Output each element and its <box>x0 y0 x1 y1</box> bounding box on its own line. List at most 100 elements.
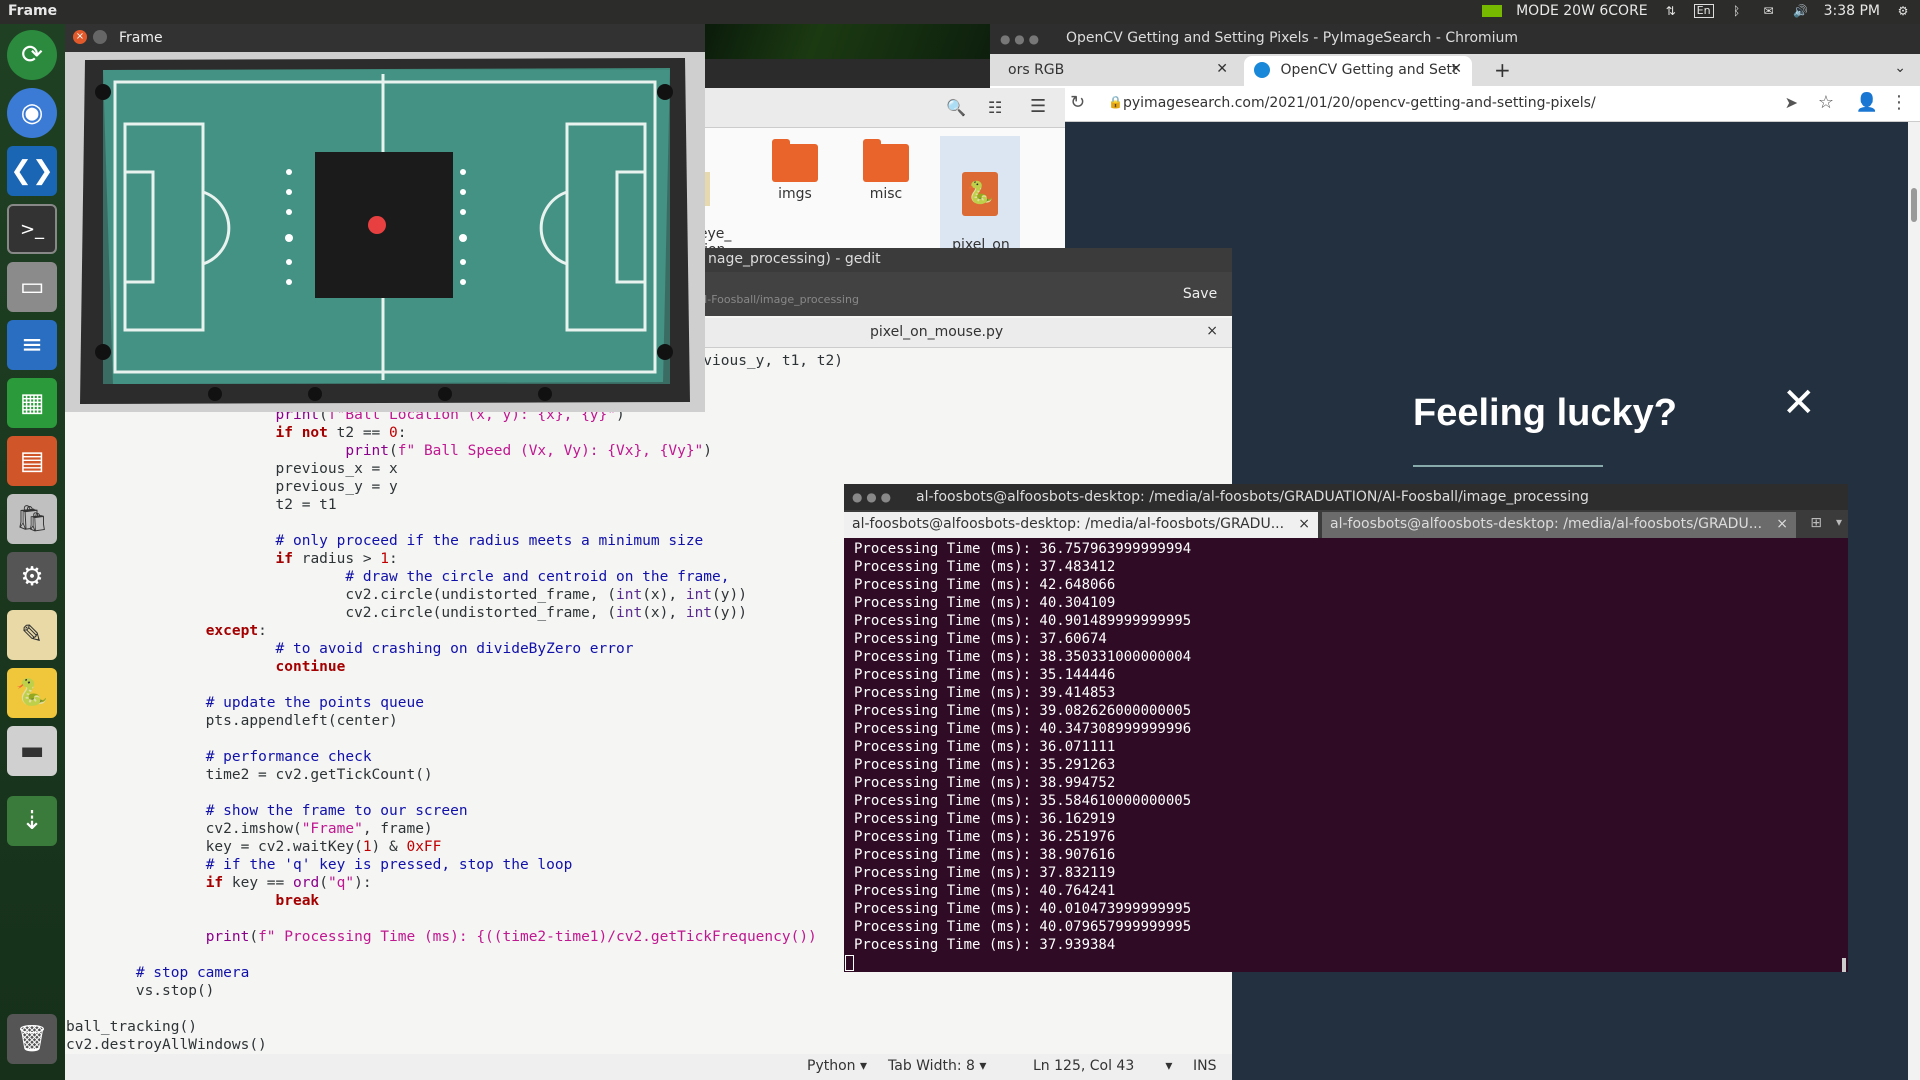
terminal-scrollbar[interactable] <box>1842 958 1846 972</box>
trash-icon[interactable]: 🗑 <box>7 1014 57 1064</box>
bluetooth-icon[interactable]: ᛒ <box>1728 4 1746 18</box>
close-tab-icon[interactable]: ✕ <box>1450 61 1462 77</box>
code-line: # only proceed if the radius meets a min… <box>275 533 704 549</box>
app-store-icon[interactable]: 🛍 <box>7 494 57 544</box>
code-line: cv2.imshow("Frame", frame) <box>66 821 433 837</box>
settings-icon[interactable]: ⚙ <box>7 552 57 602</box>
close-tab-icon[interactable]: × <box>1776 516 1788 532</box>
terminal-line: Processing Time (ms): 36.757963999999994 <box>854 541 1192 557</box>
calc-icon[interactable]: ▦ <box>7 378 57 428</box>
reload-icon[interactable]: ↻ <box>1070 92 1085 113</box>
system-gear-icon[interactable]: ⚙ <box>1894 4 1912 18</box>
send-icon[interactable]: ➤ <box>1785 93 1798 112</box>
code-line: if radius > 1: <box>275 551 398 567</box>
cursor-position[interactable]: Ln 125, Col 43 ▾ <box>1033 1058 1172 1074</box>
folder-imgs[interactable]: imgs <box>755 139 835 202</box>
vscode-icon[interactable]: ❮❯ <box>7 146 57 196</box>
usb-icon[interactable]: ⇣ <box>7 796 57 846</box>
terminal-line: Processing Time (ms): 40.347308999999996 <box>854 721 1192 737</box>
file-manager-icon[interactable]: ▭ <box>7 262 57 312</box>
tab-search-icon[interactable]: ⌄ <box>1894 60 1906 76</box>
tab-previous[interactable]: ors RGB ✕ <box>998 56 1238 86</box>
terminal-tab-2[interactable]: al-foosbots@alfoosbots-desktop: /media/a… <box>1322 512 1796 538</box>
terminal-line: Processing Time (ms): 38.994752 <box>854 775 1116 791</box>
close-window-icon[interactable]: × <box>73 30 87 44</box>
language-label: Python <box>807 1058 856 1074</box>
url-text[interactable]: pyimagesearch.com/2021/01/20/opencv-gett… <box>1123 95 1596 111</box>
text-editor-icon[interactable]: ✎ <box>7 610 57 660</box>
insert-mode[interactable]: INS <box>1193 1058 1217 1074</box>
terminal-line: Processing Time (ms): 40.304109 <box>854 595 1116 611</box>
language-selector[interactable]: Python ▾ <box>807 1058 867 1074</box>
lock-icon: 🔒 <box>1108 95 1123 109</box>
folder-misc[interactable]: misc <box>846 139 926 202</box>
python-icon[interactable]: 🐍 <box>7 668 57 718</box>
close-tab-icon[interactable]: × <box>1206 323 1218 339</box>
code-line: # stop camera <box>135 965 250 981</box>
terminal-line: Processing Time (ms): 37.832119 <box>854 865 1116 881</box>
site-favicon-icon <box>1254 62 1270 78</box>
page-scrollbar[interactable] <box>1908 122 1920 1080</box>
profile-icon[interactable]: 👤 <box>1856 92 1878 113</box>
terminal-line: Processing Time (ms): 37.483412 <box>854 559 1116 575</box>
terminal-titlebar[interactable]: ● ● ● al-foosbots@alfoosbots-desktop: /m… <box>844 484 1848 510</box>
terminal-output[interactable]: Processing Time (ms): 36.757963999999994… <box>854 540 1844 970</box>
terminal-line: Processing Time (ms): 40.010473999999995 <box>854 901 1192 917</box>
clock[interactable]: 3:38 PM <box>1824 3 1880 19</box>
tab-active[interactable]: OpenCV Getting and Sett ✕ <box>1244 56 1472 86</box>
tab-label: OpenCV Getting and Sett <box>1280 62 1458 78</box>
network-icon[interactable]: ⇅ <box>1662 4 1680 18</box>
chevron-down-icon[interactable]: ▾ <box>1836 515 1842 529</box>
frame-titlebar[interactable]: × Frame <box>65 24 705 52</box>
power-mode-label[interactable]: MODE 20W 6CORE <box>1516 3 1648 19</box>
close-tab-icon[interactable]: ✕ <box>1216 61 1228 77</box>
bookmark-star-icon[interactable]: ☆ <box>1818 92 1834 113</box>
code-line: # update the points queue <box>205 695 424 711</box>
gedit-titlebar[interactable]: nage_processing) - gedit <box>700 248 1232 272</box>
scrollbar-thumb[interactable] <box>1911 188 1917 222</box>
window-controls-icon[interactable]: ● ● ● <box>852 490 891 504</box>
close-tab-icon[interactable]: × <box>1298 516 1310 532</box>
code-line: pts.appendleft(center) <box>66 713 398 729</box>
mail-icon[interactable]: ✉ <box>1760 4 1778 18</box>
software-updater-icon[interactable]: ⟳ <box>7 30 57 80</box>
tab-width-selector[interactable]: Tab Width: 8 ▾ <box>888 1058 986 1074</box>
gedit-document-tab[interactable]: pixel_on_mouse.py × <box>700 318 1232 348</box>
folder-icon <box>772 139 818 182</box>
volume-icon[interactable]: 🔊 <box>1792 4 1810 18</box>
hamburger-menu-icon[interactable]: ☰ <box>1030 96 1046 117</box>
chromium-icon[interactable]: ◉ <box>7 88 57 138</box>
code-line: except: <box>205 623 267 639</box>
writer-icon[interactable]: ≡ <box>7 320 57 370</box>
code-line: previous_x = x <box>66 461 398 477</box>
folder-label: imgs <box>778 186 812 202</box>
terminal-line: Processing Time (ms): 35.291263 <box>854 757 1116 773</box>
terminal-tab-1[interactable]: al-foosbots@alfoosbots-desktop: /media/a… <box>844 512 1318 538</box>
menu-kebab-icon[interactable]: ⋮ <box>1890 92 1908 113</box>
tab-label: al-foosbots@alfoosbots-desktop: /media/a… <box>852 516 1285 532</box>
minimize-window-icon[interactable] <box>93 30 107 44</box>
view-toggle-icon[interactable]: ☷ <box>988 98 1002 117</box>
new-tab-icon[interactable]: + <box>1494 58 1511 82</box>
window-controls-icon[interactable]: ● ● ● <box>1000 32 1039 46</box>
terminal-line: Processing Time (ms): 42.648066 <box>854 577 1116 593</box>
foosball-table-image <box>65 52 705 412</box>
chromium-titlebar[interactable]: ● ● ● OpenCV Getting and Setting Pixels … <box>990 24 1920 54</box>
terminal-icon[interactable]: >_ <box>7 204 57 254</box>
new-tab-icon[interactable]: ⊞ <box>1810 515 1822 531</box>
terminal-line: Processing Time (ms): 40.901489999999995 <box>854 613 1192 629</box>
tab-label: ors RGB <box>1008 62 1065 78</box>
frame-window-title: Frame <box>119 30 163 46</box>
python-file-icon: 🐍 <box>962 172 998 216</box>
nvidia-icon[interactable] <box>1482 5 1503 17</box>
code-line: key = cv2.waitKey(1) & 0xFF <box>66 839 442 855</box>
code-line: cv2.destroyAllWindows() <box>66 1037 267 1053</box>
popup-close-icon[interactable]: ✕ <box>1782 380 1816 426</box>
terminal-line: Processing Time (ms): 36.251976 <box>854 829 1116 845</box>
search-icon[interactable]: 🔍 <box>946 98 966 117</box>
keyboard-layout-indicator[interactable]: En <box>1693 4 1714 18</box>
disk-icon[interactable]: ▬ <box>7 726 57 776</box>
impress-icon[interactable]: ▤ <box>7 436 57 486</box>
folder-icon <box>863 139 909 182</box>
save-button[interactable]: Save <box>1174 280 1226 308</box>
